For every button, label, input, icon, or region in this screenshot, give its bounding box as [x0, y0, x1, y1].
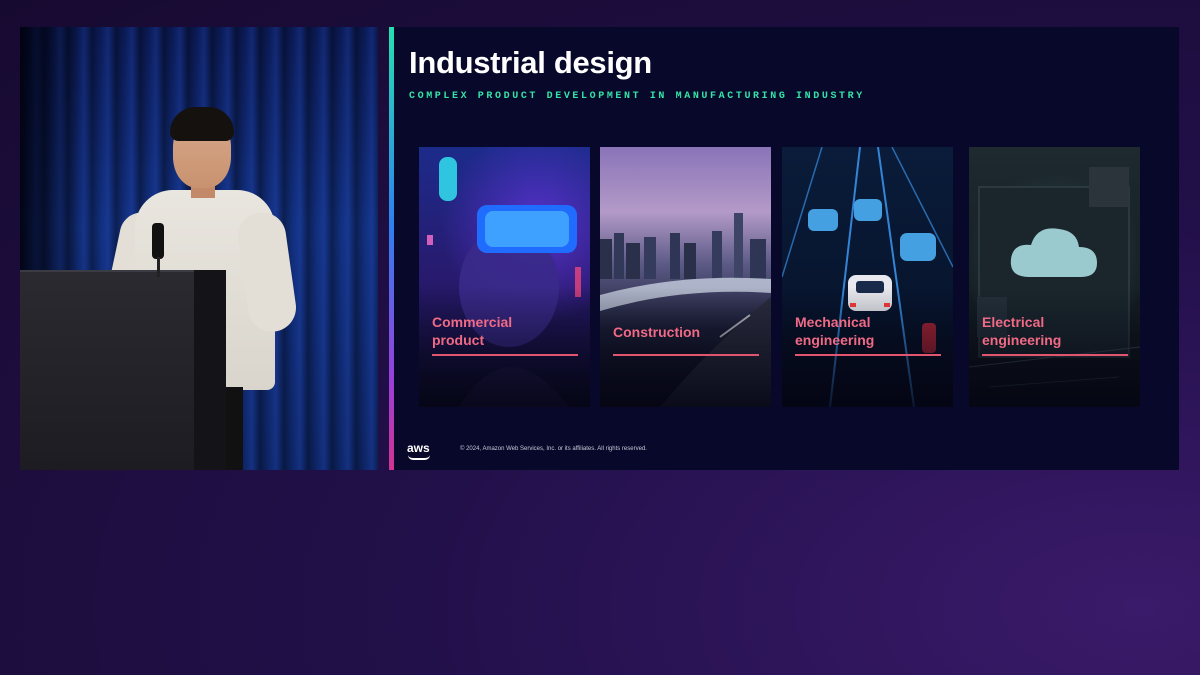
card-fade — [600, 287, 771, 407]
presentation-stage: t Industrial design COMPLEX PRODUCT DEVE… — [0, 0, 1200, 675]
card-underline — [613, 354, 759, 356]
aws-logo-text: aws — [407, 441, 430, 455]
speaker-hair — [170, 107, 234, 141]
card-label: Mechanical engineering — [795, 314, 875, 348]
presentation-slide: Industrial design COMPLEX PRODUCT DEVELO… — [389, 27, 1179, 470]
card-mechanical-engineering: Mechanical engineering — [782, 147, 953, 407]
microphone-icon — [152, 223, 164, 259]
card-underline — [795, 354, 941, 356]
card-underline — [982, 354, 1128, 356]
card-label: Commercial product — [432, 314, 513, 348]
podium-side — [194, 270, 226, 470]
microphone-stand — [157, 257, 160, 277]
category-cards: Commercial product Construction Mechanic… — [419, 147, 1149, 407]
card-commercial-product: Commercial product — [419, 147, 590, 407]
card-construction: Construction — [600, 147, 771, 407]
slide-subtitle: COMPLEX PRODUCT DEVELOPMENT IN MANUFACTU… — [409, 91, 865, 102]
card-underline — [432, 354, 578, 356]
slide-accent-bar — [389, 27, 394, 470]
aws-logo-icon: aws — [407, 441, 430, 460]
aws-smile-icon — [408, 455, 430, 460]
card-electrical-engineering: Electrical engineering — [969, 147, 1140, 407]
slide-title: Industrial design — [409, 45, 652, 80]
card-label: Construction — [613, 324, 701, 340]
card-label: Electrical engineering — [982, 314, 1062, 348]
copyright-notice: © 2024, Amazon Web Services, Inc. or its… — [460, 446, 647, 452]
speaker-video: t — [20, 27, 378, 470]
